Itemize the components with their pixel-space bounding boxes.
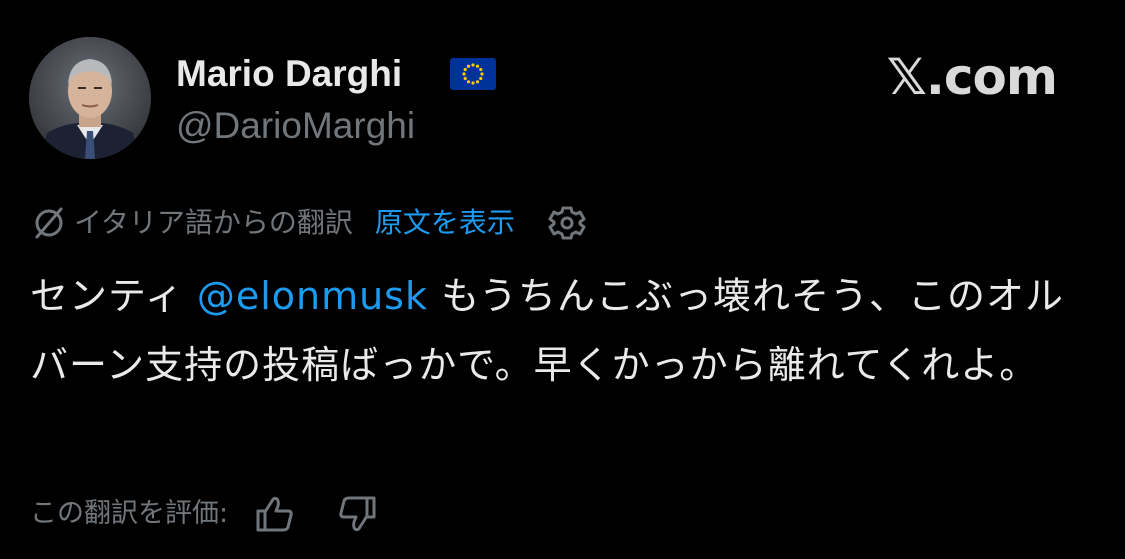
avatar[interactable] xyxy=(29,37,151,159)
show-original-link[interactable]: 原文を表示 xyxy=(375,200,515,246)
mention-link[interactable]: @elonmusk xyxy=(197,274,428,318)
translation-bar: イタリア語からの翻訳 原文を表示 xyxy=(30,200,587,246)
rate-translation-label: この翻訳を評価: xyxy=(30,498,229,529)
gear-icon[interactable] xyxy=(547,203,587,243)
eu-flag-icon xyxy=(450,58,496,90)
tweet-text-before: センティ xyxy=(30,274,197,318)
author-handle[interactable]: @DarioMarghi xyxy=(176,104,415,148)
thumbs-up-icon[interactable] xyxy=(254,493,296,535)
author-display-name[interactable]: Mario Darghi xyxy=(176,52,402,96)
rate-translation-bar: この翻訳を評価: xyxy=(30,490,378,538)
site-label: 𝕏.com xyxy=(886,48,1058,106)
tweet-text: センティ @elonmusk もうちんこぶっ壊れそう、このオルバーン支持の投稿ば… xyxy=(30,262,1095,400)
translate-icon xyxy=(30,204,68,242)
thumbs-down-icon[interactable] xyxy=(336,493,378,535)
translated-from-label: イタリア語からの翻訳 xyxy=(74,206,353,239)
